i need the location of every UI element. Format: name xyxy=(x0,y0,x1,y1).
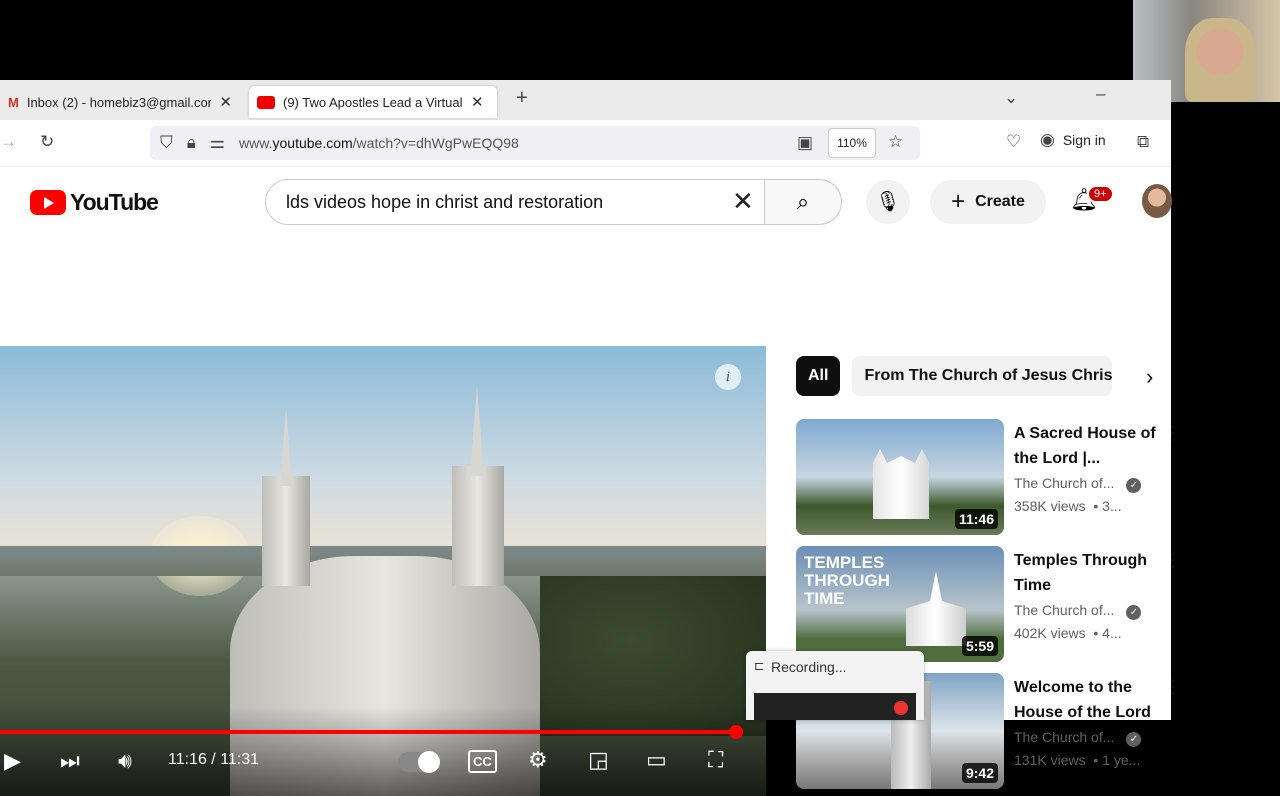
duration-badge: 5:59 xyxy=(961,636,998,656)
voice-search-button[interactable]: 🎙︎ xyxy=(866,180,910,224)
video-meta: 131K views • 1 ye... xyxy=(1014,752,1141,768)
spire-tip xyxy=(280,406,292,486)
chevron-right-icon[interactable]: › xyxy=(1146,364,1153,390)
info-icon[interactable]: i xyxy=(715,364,741,390)
fullscreen-icon[interactable]: ⛶ xyxy=(708,747,723,773)
navigation-bar: → ↻ ⛉ 🔒︎ ⚌ www.youtube.com/watch?v=dhWgP… xyxy=(0,120,1171,167)
tab-label: Inbox (2) - homebiz3@gmail.con xyxy=(26,94,212,110)
verified-check-icon: ✓ xyxy=(1126,732,1142,747)
filter-chips: All From The Church of Jesus Chris xyxy=(796,356,1113,396)
plus-icon: + xyxy=(951,188,966,215)
verified-check-icon: ✓ xyxy=(1126,605,1142,620)
channel-name[interactable]: The Church of... ✓ xyxy=(1014,602,1142,620)
progress-bar[interactable] xyxy=(0,730,736,734)
duration-badge: 11:46 xyxy=(954,509,998,529)
minimize-button[interactable]: – xyxy=(1096,84,1105,104)
video-thumbnail[interactable]: TEMPLES THROUGH TIME 5:59 xyxy=(796,546,1004,662)
tab-youtube[interactable]: (9) Two Apostles Lead a Virtual To ✕ xyxy=(249,86,497,118)
url-text[interactable]: www.youtube.com/watch?v=dhWgPwEQQ98 xyxy=(239,135,519,151)
microphone-icon: 🎙︎ xyxy=(875,191,901,213)
youtube-logo[interactable]: YouTube xyxy=(30,189,159,216)
browser-window: M Inbox (2) - homebiz3@gmail.con ✕ (9) T… xyxy=(0,80,1182,796)
close-tab-icon[interactable]: ✕ xyxy=(471,93,484,111)
play-icon[interactable]: ▶ xyxy=(4,748,21,774)
avatar[interactable] xyxy=(1142,184,1172,218)
notification-count-badge: 9+ xyxy=(1087,185,1114,203)
tab-gmail[interactable]: M Inbox (2) - homebiz3@gmail.con ✕ xyxy=(0,86,240,118)
video-thumbnail[interactable]: 11:46 xyxy=(796,419,1004,535)
reload-icon[interactable]: ↻ xyxy=(40,132,54,152)
scrubber-handle[interactable] xyxy=(728,725,743,739)
create-label: Create xyxy=(975,193,1025,210)
new-tab-button[interactable]: + xyxy=(516,87,528,110)
sign-in-button[interactable]: ◉ Sign in xyxy=(1040,130,1106,150)
video-meta: 358K views • 3... xyxy=(1014,498,1122,514)
account-icon: ◉ xyxy=(1040,130,1055,149)
video-title[interactable]: A Sacred House of the Lord |... xyxy=(1014,421,1164,471)
captions-button[interactable]: CC xyxy=(468,750,497,773)
verified-check-icon: ✓ xyxy=(1126,478,1142,493)
sign-in-label: Sign in xyxy=(1062,132,1106,148)
time-display: 11:16 / 11:31 xyxy=(168,751,260,768)
video-title[interactable]: Temples Through Time xyxy=(1014,548,1164,598)
recording-popup[interactable]: ⊏ Recording... xyxy=(746,651,924,720)
thumbnail-text: TEMPLES THROUGH TIME xyxy=(804,553,890,608)
temple-spire-right xyxy=(452,466,504,586)
forward-icon[interactable]: → xyxy=(0,132,17,152)
close-tab-icon[interactable]: ✕ xyxy=(219,93,232,111)
channel-name[interactable]: The Church of... ✓ xyxy=(1014,475,1142,493)
record-icon xyxy=(894,701,908,715)
zoom-level-button[interactable]: 110% xyxy=(828,128,876,158)
chip-all[interactable]: All xyxy=(796,356,841,396)
channel-name[interactable]: The Church of... ✓ xyxy=(1014,729,1142,747)
settings-gear-icon[interactable]: ⚙ xyxy=(528,747,548,773)
more-options-icon[interactable]: ⋮ xyxy=(1164,423,1182,444)
recorder-preview xyxy=(754,693,916,720)
pocket-icon[interactable]: ♡ xyxy=(1006,132,1021,152)
gmail-icon: M xyxy=(8,94,19,110)
theater-mode-icon[interactable]: ▭ xyxy=(646,747,667,773)
logo-text: YouTube xyxy=(70,189,159,215)
search-input[interactable]: lds videos hope in christ and restoratio… xyxy=(265,179,765,225)
more-options-icon[interactable]: ⋮ xyxy=(1164,550,1182,571)
player-controls: ▶ ⏭︎ 🔊︎ 11:16 / 11:31 CC ⚙ ◲ ▭ ⛶ xyxy=(0,738,766,788)
next-icon[interactable]: ⏭︎ xyxy=(60,748,80,774)
reader-view-icon[interactable]: ▣ xyxy=(797,133,813,153)
lock-icon[interactable]: 🔒︎ xyxy=(187,133,196,153)
bookmark-star-icon[interactable]: ☆ xyxy=(888,132,903,152)
extensions-icon[interactable]: ⧉ xyxy=(1137,132,1149,152)
tab-list-chevron-icon[interactable]: ⌄ xyxy=(1004,88,1018,108)
youtube-play-icon xyxy=(30,190,66,215)
chip-from-church[interactable]: From The Church of Jesus Chris xyxy=(852,356,1113,396)
search-icon: ⌕ xyxy=(796,189,810,214)
clear-search-icon[interactable]: ✕ xyxy=(732,186,754,217)
search-button[interactable]: ⌕ xyxy=(764,179,842,225)
list-item[interactable]: 11:46 A Sacred House of the Lord |... Th… xyxy=(796,419,1182,537)
search-value: lds videos hope in christ and restoratio… xyxy=(286,191,604,212)
miniplayer-icon[interactable]: ◲ xyxy=(588,747,609,773)
video-meta: 402K views • 4... xyxy=(1014,625,1122,641)
duration-badge: 9:42 xyxy=(961,763,998,783)
tab-bar: M Inbox (2) - homebiz3@gmail.con ✕ (9) T… xyxy=(0,80,1171,120)
autoplay-toggle[interactable] xyxy=(398,751,440,773)
more-options-icon[interactable]: ⋮ xyxy=(1164,677,1182,698)
temple-spire-left xyxy=(262,476,310,586)
list-item[interactable]: TEMPLES THROUGH TIME 5:59 Temples Throug… xyxy=(796,546,1182,664)
video-player[interactable]: i ▶ ⏭︎ 🔊︎ 11:16 / 11:31 CC ⚙ ◲ ▭ ⛶ xyxy=(0,346,766,796)
youtube-icon xyxy=(257,95,275,109)
recorder-icon: ⊏ xyxy=(754,659,765,673)
create-button[interactable]: + Create xyxy=(930,180,1046,224)
video-title[interactable]: Welcome to the House of the Lord xyxy=(1014,675,1164,725)
shield-icon[interactable]: ⛉ xyxy=(160,133,173,153)
recording-label: Recording... xyxy=(771,659,847,675)
spire-tip xyxy=(470,386,484,476)
youtube-page: YouTube lds videos hope in christ and re… xyxy=(0,167,1182,796)
tab-label: (9) Two Apostles Lead a Virtual To xyxy=(283,94,463,110)
permissions-icon[interactable]: ⚌ xyxy=(210,133,225,153)
volume-icon[interactable]: 🔊︎ xyxy=(118,748,132,774)
